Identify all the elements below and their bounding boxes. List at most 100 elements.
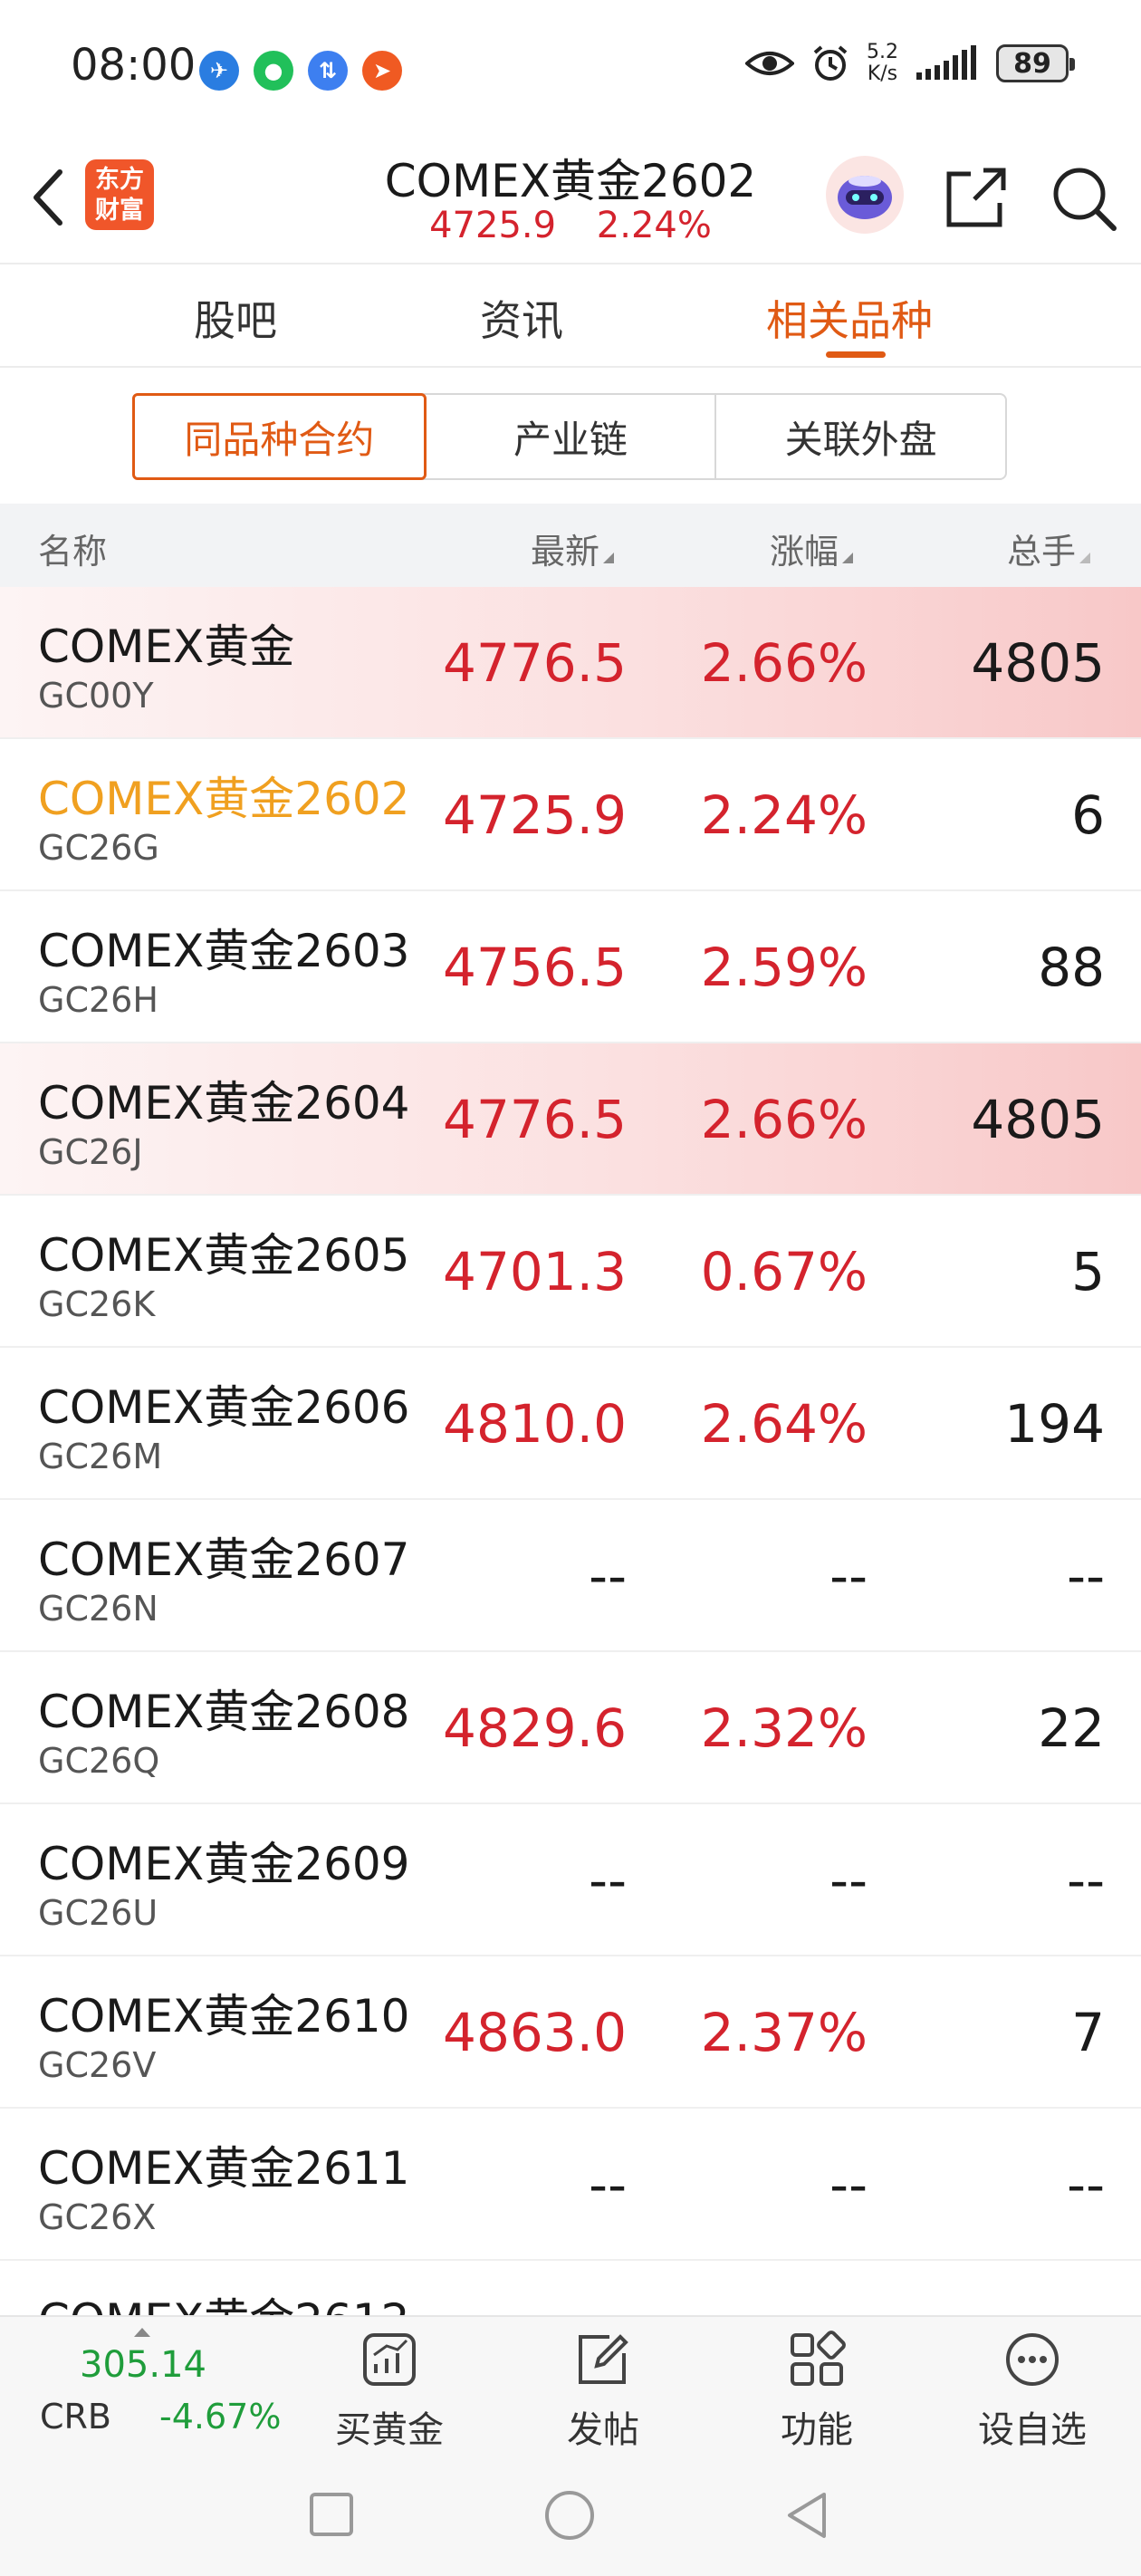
more-icon <box>1006 2333 1059 2386</box>
back-nav-icon[interactable] <box>784 2489 829 2542</box>
contract-code: GC26M <box>38 1437 163 1476</box>
search-icon[interactable] <box>1047 161 1119 234</box>
status-bar: 08:00 ✈ ● ⇅ ➤ 5.2 K/s 89 <box>0 0 1141 136</box>
header-latest[interactable]: 最新 <box>531 524 615 573</box>
crb-change[interactable]: -4.67% <box>159 2397 281 2437</box>
table-row[interactable]: COMEX黄金2607 GC26N -- -- -- <box>0 1500 1141 1652</box>
latest-price: 4829.6 <box>443 1697 627 1759</box>
add-watchlist-button[interactable]: 设自选 <box>960 2330 1105 2453</box>
contract-code: GC26G <box>38 828 159 868</box>
latest-price: 4863.0 <box>443 2002 627 2063</box>
status-time: 08:00 <box>71 40 197 91</box>
table-row[interactable]: COMEX黄金2604 GC26J 4776.5 2.66% 4805 <box>0 1043 1141 1196</box>
table-row[interactable]: COMEX黄金2609 GC26U -- -- -- <box>0 1804 1141 1956</box>
contract-name: COMEX黄金 <box>38 620 295 673</box>
segment-industry-chain[interactable]: 产业链 <box>427 395 717 478</box>
status-right: 5.2 K/s 89 <box>745 42 1075 85</box>
change-percent: 2.64% <box>700 1393 868 1455</box>
app-blue-icon: ✈ <box>199 51 239 91</box>
table-row[interactable]: COMEX黄金2610 GC26V 4863.0 2.37% 7 <box>0 1956 1141 2109</box>
total-volume: -- <box>1067 1545 1105 1607</box>
contract-code: GC26X <box>38 2197 157 2237</box>
contract-name: COMEX黄金2610 <box>38 1990 410 2043</box>
total-volume: -- <box>1067 1850 1105 1911</box>
table-row[interactable]: COMEX黄金2605 GC26K 4701.3 0.67% 5 <box>0 1196 1141 1348</box>
total-volume: 5 <box>1071 1241 1105 1302</box>
header-change: 2.24% <box>596 205 712 246</box>
post-button[interactable]: 发帖 <box>531 2330 676 2453</box>
total-volume: 4805 <box>971 632 1105 694</box>
change-percent: -- <box>829 1545 868 1607</box>
segmented-control: 同品种合约 产业链 关联外盘 <box>132 393 1007 480</box>
recents-icon[interactable] <box>308 2491 355 2538</box>
latest-price: 4776.5 <box>443 1089 627 1150</box>
latest-price: 4776.5 <box>443 632 627 694</box>
eastmoney-logo[interactable]: 东方 财富 <box>85 159 154 230</box>
table-row[interactable]: COMEX黄金2608 GC26Q 4829.6 2.32% 22 <box>0 1652 1141 1804</box>
sort-icon <box>842 553 854 563</box>
tab-bar: 股吧 资讯 相关品种 <box>0 264 1141 368</box>
crb-label[interactable]: CRB <box>40 2397 111 2437</box>
tab-related[interactable]: 相关品种 <box>766 288 933 348</box>
contract-name: COMEX黄金2602 <box>38 773 410 825</box>
change-percent: 2.32% <box>700 1697 868 1759</box>
buy-gold-button[interactable]: 买黄金 <box>317 2330 462 2453</box>
crb-value[interactable]: 305.14 <box>80 2344 206 2386</box>
home-icon[interactable] <box>543 2489 596 2542</box>
latest-price: 4701.3 <box>443 1241 627 1302</box>
system-nav-bar <box>0 2453 1141 2576</box>
table-row[interactable]: COMEX黄金2606 GC26M 4810.0 2.64% 194 <box>0 1348 1141 1500</box>
app-blue2-icon: ⇅ <box>308 51 348 91</box>
change-percent: 2.59% <box>700 937 868 998</box>
total-volume: -- <box>1067 2154 1105 2216</box>
latest-price: -- <box>589 2154 627 2216</box>
contract-code: GC00Y <box>38 676 154 716</box>
contract-name: COMEX黄金2606 <box>38 1381 410 1434</box>
alarm-icon <box>813 45 848 81</box>
contract-name: COMEX黄金2604 <box>38 1077 410 1129</box>
latest-price: -- <box>589 1545 627 1607</box>
share-icon[interactable] <box>938 161 1011 234</box>
chart-up-icon <box>363 2333 416 2386</box>
segment-same-variety[interactable]: 同品种合约 <box>132 393 427 480</box>
header-price: 4725.9 <box>429 205 557 246</box>
change-percent: 2.66% <box>700 632 868 694</box>
functions-button[interactable]: 功能 <box>744 2330 889 2453</box>
change-percent: -- <box>829 1850 868 1911</box>
tab-active-indicator <box>826 351 886 358</box>
sort-icon <box>603 553 615 563</box>
grid-icon <box>791 2331 846 2386</box>
tab-guba[interactable]: 股吧 <box>194 288 277 348</box>
table-header: 名称 最新 涨幅 总手 <box>0 504 1141 587</box>
latest-price: 4810.0 <box>443 1393 627 1455</box>
contract-code: GC26J <box>38 1132 143 1172</box>
back-icon[interactable] <box>22 161 76 234</box>
eye-icon <box>745 52 794 75</box>
battery-icon: 89 <box>996 44 1075 82</box>
table-row[interactable]: COMEX黄金2611 GC26X -- -- -- <box>0 2109 1141 2261</box>
wechat-icon: ● <box>254 51 293 91</box>
sort-icon <box>1079 553 1091 563</box>
latest-price: -- <box>589 1850 627 1911</box>
segment-related-foreign[interactable]: 关联外盘 <box>716 395 1005 478</box>
contract-code: GC26U <box>38 1893 158 1933</box>
contract-code: GC26Q <box>38 1741 160 1781</box>
tab-news[interactable]: 资讯 <box>480 288 563 348</box>
contract-code: GC26N <box>38 1589 158 1629</box>
caret-up-icon <box>134 2328 150 2337</box>
table-row[interactable]: COMEX黄金 GC00Y 4776.5 2.66% 4805 <box>0 587 1141 739</box>
contract-name: COMEX黄金2607 <box>38 1533 410 1586</box>
contract-name: COMEX黄金2608 <box>38 1686 410 1738</box>
table-row[interactable]: COMEX黄金2603 GC26H 4756.5 2.59% 88 <box>0 891 1141 1043</box>
change-percent: 2.66% <box>700 1089 868 1150</box>
robot-assistant-icon[interactable] <box>826 156 904 234</box>
total-volume: 4805 <box>971 1089 1105 1150</box>
header-change[interactable]: 涨幅 <box>770 524 854 573</box>
header-volume[interactable]: 总手 <box>1007 524 1091 573</box>
app-orange-icon: ➤ <box>362 51 402 91</box>
table-row[interactable]: COMEX黄金2602 GC26G 4725.9 2.24% 6 <box>0 739 1141 891</box>
contract-name: COMEX黄金2609 <box>38 1838 410 1890</box>
contract-name: COMEX黄金2605 <box>38 1229 410 1282</box>
latest-price: 4725.9 <box>443 784 627 846</box>
total-volume: 7 <box>1071 2002 1105 2063</box>
